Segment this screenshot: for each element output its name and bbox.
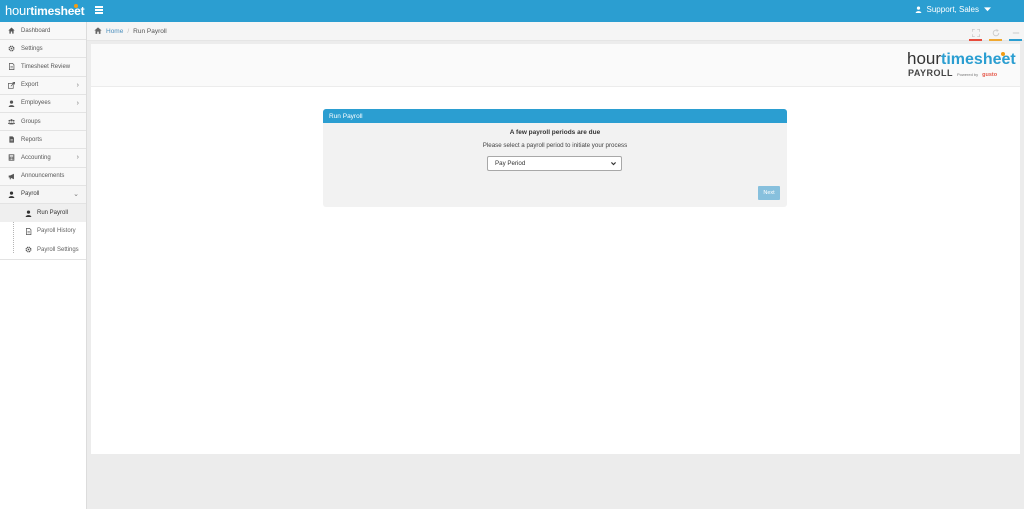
sidebar-item-label: Groups	[21, 118, 41, 125]
sidebar-item-employees[interactable]: Employees ›	[0, 95, 86, 113]
sidebar-subitem-payroll-settings[interactable]: Payroll Settings	[0, 240, 86, 258]
chevron-right-icon: ›	[76, 99, 79, 107]
brand-payroll-text: PAYROLL	[908, 68, 954, 78]
breadcrumb: Home / Run Payroll	[87, 22, 1024, 41]
sidebar-item-export[interactable]: Export ›	[0, 77, 86, 95]
top-navbar: hour timesheet Support, Sales	[0, 0, 1024, 22]
app-logo[interactable]: hour timesheet	[5, 3, 85, 19]
sidebar-item-label: Timesheet Review	[21, 63, 71, 70]
sidebar-item-label: Settings	[21, 45, 43, 52]
next-button[interactable]: Next	[758, 186, 780, 200]
document-icon	[25, 227, 32, 235]
caret-down-icon	[984, 7, 991, 12]
pay-period-select[interactable]: Pay Period	[487, 156, 622, 171]
users-icon	[8, 118, 15, 125]
sidebar-item-label: Employees	[21, 100, 51, 107]
main-content: hour timesheet PAYROLL Powered by gusto …	[91, 44, 1020, 454]
next-button-label: Next	[763, 190, 775, 196]
chevron-right-icon: ›	[76, 154, 79, 162]
sidebar: Dashboard Settings Timesheet Review Expo…	[0, 22, 87, 509]
collapse-color-bar	[1009, 39, 1022, 41]
breadcrumb-separator: /	[127, 27, 130, 35]
sidebar-item-label: Accounting	[21, 154, 51, 161]
sidebar-item-groups[interactable]: Groups	[0, 113, 86, 132]
hourtimesheet-payroll-logo: hour timesheet PAYROLL Powered by gusto	[907, 49, 1016, 83]
export-icon	[8, 81, 15, 89]
sidebar-subitem-label: Payroll Settings	[37, 246, 79, 253]
refresh-icon	[992, 29, 999, 37]
payroll-due-heading: A few payroll periods are due	[509, 129, 601, 136]
chevron-down-icon	[611, 162, 616, 166]
sidebar-item-label: Dashboard	[21, 27, 51, 34]
document-icon	[8, 63, 15, 71]
sidebar-subitem-label: Run Payroll	[37, 210, 69, 217]
brand-hour-text: hour	[907, 49, 942, 68]
gusto-logo: gusto	[982, 72, 998, 78]
home-icon	[8, 27, 15, 34]
pay-period-select-value: Pay Period	[495, 160, 526, 167]
report-icon	[8, 136, 15, 143]
breadcrumb-home-link[interactable]: Home	[106, 28, 123, 35]
chevron-down-icon: ⌄	[73, 190, 79, 198]
menu-toggle-icon[interactable]	[95, 6, 103, 14]
logo-hour-text: hour	[5, 3, 31, 18]
sidebar-item-reports[interactable]: Reports	[0, 131, 86, 150]
calculator-icon	[8, 154, 15, 162]
payroll-instruction: Please select a payroll period to initia…	[482, 142, 628, 149]
minus-icon	[1012, 32, 1019, 34]
reload-button[interactable]	[989, 29, 1002, 41]
gear-icon	[25, 246, 32, 253]
user-icon	[8, 100, 15, 107]
chevron-right-icon: ›	[76, 81, 79, 89]
sidebar-item-announcements[interactable]: Announcements	[0, 168, 86, 186]
sidebar-item-dashboard[interactable]: Dashboard	[0, 22, 86, 41]
fullscreen-button[interactable]	[969, 29, 982, 41]
content-header: hour timesheet PAYROLL Powered by gusto	[91, 44, 1020, 87]
user-icon	[8, 191, 15, 198]
home-icon	[94, 26, 102, 36]
brand-logo-dot	[1001, 52, 1005, 56]
run-payroll-panel: Run Payroll A few payroll periods are du…	[323, 109, 787, 207]
reload-color-bar	[989, 39, 1002, 41]
user-name: Support, Sales	[926, 5, 979, 14]
gear-icon	[8, 45, 15, 52]
sidebar-item-settings[interactable]: Settings	[0, 40, 86, 59]
panel-title: Run Payroll	[329, 112, 363, 120]
sidebar-item-accounting[interactable]: Accounting ›	[0, 149, 86, 168]
sidebar-subitem-run-payroll[interactable]: Run Payroll	[0, 203, 86, 223]
sidebar-item-label: Payroll	[21, 191, 40, 198]
panel-header: Run Payroll	[323, 109, 787, 123]
user-icon	[25, 210, 32, 217]
sidebar-item-label: Announcements	[21, 173, 65, 180]
widget-controls	[969, 29, 1022, 41]
sidebar-subitem-label: Payroll History	[37, 228, 76, 235]
megaphone-icon	[8, 173, 15, 180]
fullscreen-color-bar	[969, 39, 982, 41]
sidebar-item-label: Export	[21, 82, 39, 89]
payroll-submenu: Run Payroll Payroll History Payroll Sett…	[0, 203, 86, 260]
user-menu[interactable]: Support, Sales	[915, 5, 991, 14]
sidebar-subitem-payroll-history[interactable]: Payroll History	[0, 222, 86, 240]
brand-powered-by: Powered by	[957, 72, 979, 77]
collapse-button[interactable]	[1009, 29, 1022, 41]
user-icon	[915, 6, 921, 13]
sidebar-item-timesheet-review[interactable]: Timesheet Review	[0, 58, 86, 77]
breadcrumb-current: Run Payroll	[133, 27, 167, 35]
sidebar-item-payroll[interactable]: Payroll ⌄	[0, 185, 86, 204]
expand-icon	[971, 29, 980, 37]
sidebar-item-label: Reports	[21, 136, 43, 143]
